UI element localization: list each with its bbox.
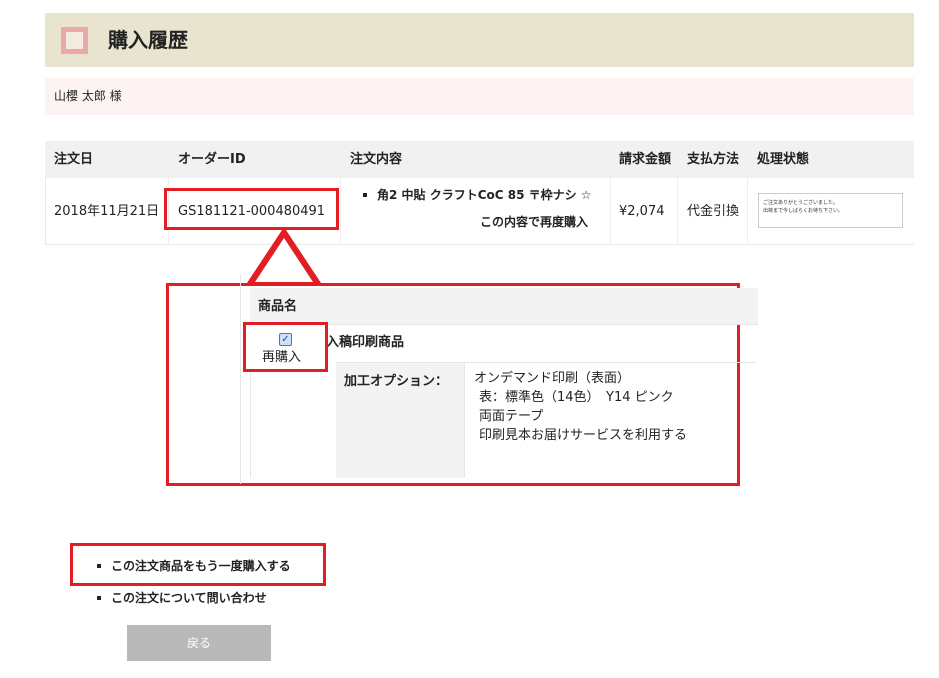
page-header: 購入履歴 bbox=[45, 13, 914, 67]
order-amount: ¥2,074 bbox=[619, 204, 665, 219]
square-icon bbox=[61, 27, 88, 54]
reorder-link[interactable]: この内容で再度購入 bbox=[480, 214, 588, 231]
bullet-icon bbox=[97, 595, 101, 600]
cell-divider bbox=[610, 178, 611, 245]
order-id-highlight bbox=[164, 188, 339, 230]
option-label-cell: 加工オプション： bbox=[336, 362, 464, 478]
bullet-icon bbox=[97, 563, 101, 568]
header-order-date: 注文日 bbox=[54, 152, 94, 167]
option-line: 表：標準色（14色） Y14 ピンク bbox=[479, 390, 674, 405]
reorder-all-link[interactable]: この注文商品をもう一度購入する bbox=[97, 558, 291, 574]
inquiry-label: この注文について問い合わせ bbox=[111, 591, 267, 605]
page-title: 購入履歴 bbox=[108, 28, 188, 52]
option-list: オンデマンド印刷（表面） 表：標準色（14色） Y14 ピンク 両面テープ 印刷… bbox=[474, 369, 687, 445]
status-line-1: ご注文ありがとうございました。 bbox=[763, 200, 839, 206]
header-order-content: 注文内容 bbox=[350, 152, 403, 167]
option-label: 加工オプション： bbox=[344, 374, 449, 389]
inquiry-link[interactable]: この注文について問い合わせ bbox=[97, 590, 267, 606]
panel-line bbox=[336, 362, 756, 363]
table-header-row: 注文日 オーダーID 注文内容 請求金額 支払方法 処理状態 bbox=[45, 141, 914, 178]
payment-method: 代金引換 bbox=[687, 204, 740, 219]
option-line: オンデマンド印刷（表面） bbox=[474, 371, 631, 386]
order-item-name: 角2 中貼 クラフトCoC 85 〒枠ナシ ☆ bbox=[377, 188, 592, 202]
option-line: 印刷見本お届けサービスを利用する bbox=[479, 428, 688, 443]
row-border bbox=[45, 178, 46, 245]
panel-line bbox=[240, 274, 241, 484]
status-box: ご注文ありがとうございました。 出荷まで今しばらくお待ち下さい。 bbox=[758, 193, 903, 228]
callout-pointer-inner bbox=[255, 238, 313, 282]
detail-header-label: 商品名 bbox=[258, 299, 298, 314]
customer-bar: 山櫻 太郎 様 bbox=[45, 78, 914, 115]
rebuy-label: 再購入 bbox=[262, 350, 302, 365]
detail-panel: 商品名 入稿印刷商品 加工オプション： オンデマンド印刷（表面） 表：標準色（1… bbox=[166, 274, 758, 486]
panel-line bbox=[464, 362, 465, 478]
product-name: 入稿印刷商品 bbox=[326, 335, 405, 350]
detail-header: 商品名 bbox=[250, 288, 758, 324]
back-button[interactable]: 戻る bbox=[127, 625, 271, 661]
rebuy-checkbox[interactable]: ✓ bbox=[279, 333, 292, 346]
order-item: 角2 中貼 クラフトCoC 85 〒枠ナシ ☆ bbox=[363, 187, 592, 204]
customer-name: 山櫻 太郎 様 bbox=[54, 89, 122, 103]
status-line-2: 出荷まで今しばらくお待ち下さい。 bbox=[763, 208, 844, 214]
header-order-id: オーダーID bbox=[178, 152, 246, 167]
header-payment: 支払方法 bbox=[687, 152, 740, 167]
option-line: 両面テープ bbox=[479, 409, 544, 424]
rebuy-highlight: ✓ 再購入 bbox=[243, 322, 328, 372]
header-amount: 請求金額 bbox=[619, 152, 672, 167]
header-status: 処理状態 bbox=[757, 152, 810, 167]
order-date: 2018年11月21日 bbox=[54, 204, 160, 219]
bullet-icon bbox=[363, 192, 367, 197]
cell-divider bbox=[747, 178, 748, 245]
cell-divider bbox=[340, 178, 341, 245]
reorder-all-label: この注文商品をもう一度購入する bbox=[111, 559, 291, 573]
cell-divider bbox=[677, 178, 678, 245]
